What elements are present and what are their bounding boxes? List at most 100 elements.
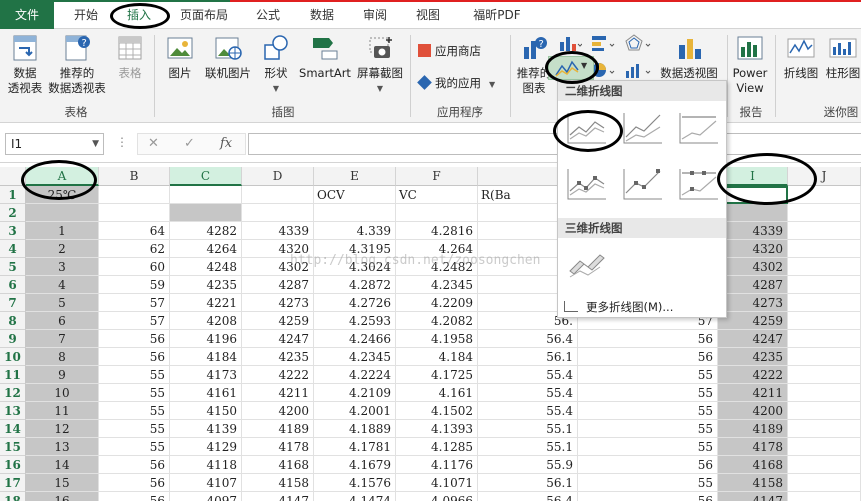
cell-h12[interactable]: 55 xyxy=(578,384,718,402)
cell-c9[interactable]: 4196 xyxy=(170,330,242,348)
cell-h16[interactable]: 56 xyxy=(578,456,718,474)
cell-i16[interactable]: 4168 xyxy=(718,456,788,474)
cell-c12[interactable]: 4161 xyxy=(170,384,242,402)
formula-input[interactable] xyxy=(248,133,861,155)
cell-d1[interactable] xyxy=(242,186,314,204)
name-box[interactable]: I1 ▼ xyxy=(5,133,104,155)
stacked-line-option[interactable] xyxy=(620,109,664,147)
cell-i14[interactable]: 4189 xyxy=(718,420,788,438)
scatter-chart-icon[interactable] xyxy=(624,61,652,79)
cell-i17[interactable]: 4158 xyxy=(718,474,788,492)
row-header[interactable]: 5 xyxy=(0,258,26,276)
row-header[interactable]: 16 xyxy=(0,456,26,474)
cell-a17[interactable]: 15 xyxy=(26,474,99,492)
cell-j11[interactable] xyxy=(788,366,861,384)
recommended-pivot-button[interactable]: ? 推荐的 数据透视表 xyxy=(46,33,108,96)
bar-chart-icon[interactable] xyxy=(590,34,616,52)
tab-page-layout[interactable]: 页面布局 xyxy=(172,2,236,29)
row-header[interactable]: 11 xyxy=(0,366,26,384)
cell-b1[interactable] xyxy=(99,186,170,204)
cell-b10[interactable]: 56 xyxy=(99,348,170,366)
row-header[interactable]: 2 xyxy=(0,204,26,222)
cell-j10[interactable] xyxy=(788,348,861,366)
cell-e17[interactable]: 4.1576 xyxy=(314,474,396,492)
table-button[interactable]: 表格 xyxy=(110,33,150,81)
cell-e4[interactable]: 4.3195 xyxy=(314,240,396,258)
cell-g12[interactable]: 55.4 xyxy=(478,384,578,402)
cell-c5[interactable]: 4248 xyxy=(170,258,242,276)
cell-b8[interactable]: 57 xyxy=(99,312,170,330)
cell-a10[interactable]: 8 xyxy=(26,348,99,366)
cell-b11[interactable]: 55 xyxy=(99,366,170,384)
cell-b7[interactable]: 57 xyxy=(99,294,170,312)
cell-a4[interactable]: 2 xyxy=(26,240,99,258)
cell-f4[interactable]: 4.264 xyxy=(396,240,478,258)
pictures-button[interactable]: 图片 xyxy=(162,33,198,81)
cell-g13[interactable]: 55.4 xyxy=(478,402,578,420)
cell-g18[interactable]: 56.4 xyxy=(478,492,578,501)
cell-a2[interactable] xyxy=(26,204,99,222)
cell-e15[interactable]: 4.1781 xyxy=(314,438,396,456)
cell-g14[interactable]: 55.1 xyxy=(478,420,578,438)
cell-g11[interactable]: 55.4 xyxy=(478,366,578,384)
sparkline-line-button[interactable]: 折线图 xyxy=(780,33,822,81)
cell-e8[interactable]: 4.2593 xyxy=(314,312,396,330)
column-header-f[interactable]: F xyxy=(396,167,478,186)
cell-c16[interactable]: 4118 xyxy=(170,456,242,474)
cell-j15[interactable] xyxy=(788,438,861,456)
cell-f5[interactable]: 4.2482 xyxy=(396,258,478,276)
cell-c17[interactable]: 4107 xyxy=(170,474,242,492)
line-markers-option[interactable] xyxy=(564,165,608,203)
row-header[interactable]: 8 xyxy=(0,312,26,330)
column-header-e[interactable]: E xyxy=(314,167,396,186)
cell-i13[interactable]: 4200 xyxy=(718,402,788,420)
smartart-button[interactable]: SmartArt xyxy=(297,33,353,81)
cell-b3[interactable]: 64 xyxy=(99,222,170,240)
cell-a13[interactable]: 11 xyxy=(26,402,99,420)
cell-i3[interactable]: 4339 xyxy=(718,222,788,240)
cell-b16[interactable]: 56 xyxy=(99,456,170,474)
cell-i2[interactable] xyxy=(718,204,788,222)
cell-f14[interactable]: 4.1393 xyxy=(396,420,478,438)
cell-b5[interactable]: 60 xyxy=(99,258,170,276)
cell-a9[interactable]: 7 xyxy=(26,330,99,348)
cell-d3[interactable]: 4339 xyxy=(242,222,314,240)
radar-chart-icon[interactable] xyxy=(624,34,652,52)
cell-d4[interactable]: 4320 xyxy=(242,240,314,258)
cell-i18[interactable]: 4147 xyxy=(718,492,788,501)
cell-d7[interactable]: 4273 xyxy=(242,294,314,312)
cell-h14[interactable]: 55 xyxy=(578,420,718,438)
row-header[interactable]: 15 xyxy=(0,438,26,456)
select-all-corner[interactable] xyxy=(0,167,26,186)
cell-b13[interactable]: 55 xyxy=(99,402,170,420)
cell-e2[interactable] xyxy=(314,204,396,222)
cell-g10[interactable]: 56.1 xyxy=(478,348,578,366)
cell-e13[interactable]: 4.2001 xyxy=(314,402,396,420)
pivot-chart-button[interactable]: 数据透视图 xyxy=(656,33,722,81)
cell-e5[interactable]: 4.3024 xyxy=(314,258,396,276)
insert-function-icon[interactable]: fx xyxy=(220,136,232,151)
cell-j2[interactable] xyxy=(788,204,861,222)
cell-f13[interactable]: 4.1502 xyxy=(396,402,478,420)
cell-c13[interactable]: 4150 xyxy=(170,402,242,420)
column-header-b[interactable]: B xyxy=(99,167,170,186)
cell-b15[interactable]: 55 xyxy=(99,438,170,456)
cell-h9[interactable]: 56 xyxy=(578,330,718,348)
cell-i9[interactable]: 4247 xyxy=(718,330,788,348)
cell-d6[interactable]: 4287 xyxy=(242,276,314,294)
cell-j13[interactable] xyxy=(788,402,861,420)
tab-home[interactable]: 开始 xyxy=(60,2,112,29)
cell-j17[interactable] xyxy=(788,474,861,492)
cancel-icon[interactable]: ✕ xyxy=(148,136,159,151)
cell-d13[interactable]: 4200 xyxy=(242,402,314,420)
cell-j16[interactable] xyxy=(788,456,861,474)
3d-line-option[interactable] xyxy=(564,243,608,281)
shapes-button[interactable]: 形状 ▼ xyxy=(258,33,294,96)
cell-e9[interactable]: 4.2466 xyxy=(314,330,396,348)
cell-d9[interactable]: 4247 xyxy=(242,330,314,348)
cell-b2[interactable] xyxy=(99,204,170,222)
cell-e3[interactable]: 4.339 xyxy=(314,222,396,240)
cell-j9[interactable] xyxy=(788,330,861,348)
cell-d18[interactable]: 4147 xyxy=(242,492,314,501)
cell-f10[interactable]: 4.184 xyxy=(396,348,478,366)
